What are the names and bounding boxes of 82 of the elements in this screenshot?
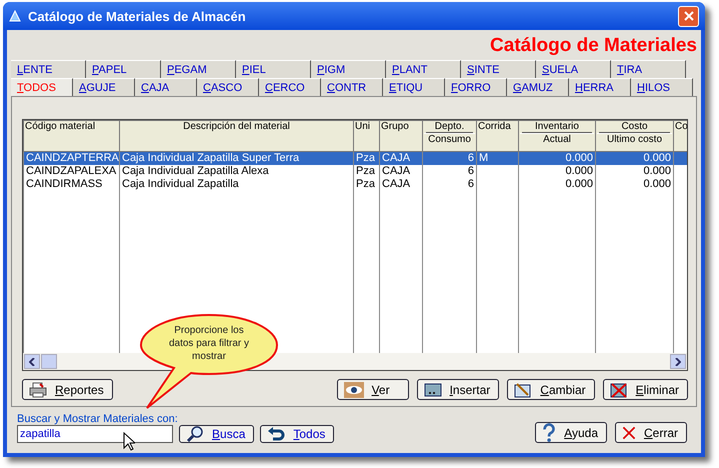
table-cell: 0.000	[643, 165, 671, 177]
table-row[interactable]: CAINDIRMASS Caja Individual Zapatilla Pza CAJA 6 0.000 0.000	[24, 178, 687, 191]
edit-icon	[514, 382, 532, 398]
category-tab[interactable]: CAJA	[135, 78, 197, 96]
scroll-right-button[interactable]	[670, 354, 686, 369]
category-tab[interactable]: HERRA	[569, 78, 631, 96]
close-button[interactable]	[678, 6, 699, 26]
table-cell: 0.000	[643, 178, 671, 190]
catalog-heading: Catálogo de Materiales	[490, 35, 697, 57]
table-row[interactable]: CAINDZAPTERRA Caja Individual Zapatilla Super Terra Pza CAJA 6 M 0.000 0.000	[24, 152, 687, 165]
column-header[interactable]: Inventario Actual	[518, 120, 596, 152]
action-button[interactable]: Ver	[336, 379, 409, 400]
column-header[interactable]: Grupo	[380, 120, 422, 152]
table-cell: Caja Individual Zapatilla	[122, 178, 239, 190]
table-cell: CAINDIRMASS	[26, 178, 102, 190]
search-field[interactable]: zapatilla	[17, 425, 173, 443]
window-title: Catálogo de Materiales de Almacén	[28, 8, 247, 24]
category-tab[interactable]: ETIQU	[383, 78, 445, 96]
action-button[interactable]: Reportes	[22, 379, 113, 400]
table-cell: 6	[468, 165, 474, 177]
scroll-thumb[interactable]	[41, 354, 57, 369]
printer-icon	[29, 382, 47, 398]
column-header[interactable]: Código material	[24, 120, 120, 152]
undo-icon	[267, 426, 286, 442]
balloon-text: Proporcione los datos para filtrar y mostrar	[168, 324, 250, 363]
table-cell: 0.000	[565, 165, 593, 177]
table-cell: 0.000	[565, 152, 593, 164]
column-header[interactable]: Co	[674, 120, 687, 152]
action-button[interactable]: Cambiar	[507, 379, 595, 400]
category-tab[interactable]: PIGM	[311, 60, 386, 78]
category-tab[interactable]: TIRA	[611, 60, 686, 78]
table-cell: CAINDZAPALEXA	[26, 165, 116, 177]
category-tab[interactable]: SUELA	[536, 60, 611, 78]
triangle-icon	[9, 10, 21, 22]
table-cell: CAJA	[382, 165, 410, 177]
category-tab[interactable]: PAPEL	[86, 60, 161, 78]
category-tab[interactable]: LENTE	[11, 60, 86, 78]
search-button[interactable]: Todos	[260, 425, 334, 443]
category-tab[interactable]: SINTE	[461, 60, 536, 78]
action-button[interactable]: Insertar	[416, 379, 500, 400]
column-header[interactable]: Uni	[354, 120, 380, 152]
table-cell: Pza	[356, 178, 375, 190]
column-header[interactable]: Costo Ultimo costo	[596, 120, 674, 152]
table-cell: CAJA	[382, 178, 410, 190]
table-cell: 6	[468, 152, 474, 164]
close-icon	[684, 11, 694, 21]
table-cell: 0.000	[565, 178, 593, 190]
table-cell: Pza	[356, 152, 375, 164]
table-cell: 6	[468, 178, 474, 190]
category-tab[interactable]: GAMUZ	[507, 78, 569, 96]
table-cell: M	[479, 152, 488, 164]
search-label: Buscar y Mostrar Materiales con:	[17, 413, 179, 425]
category-tab[interactable]: PEGAM	[161, 60, 236, 78]
insert-icon	[424, 382, 442, 396]
table-cell: 0.000	[643, 152, 671, 164]
footer-button[interactable]: Ayuda	[535, 422, 607, 443]
action-button[interactable]: Eliminar	[602, 379, 688, 400]
help-icon	[542, 422, 556, 442]
column-header[interactable]: Corrida	[476, 120, 518, 152]
footer-button[interactable]: Cerrar	[615, 422, 687, 443]
mouse-cursor-icon	[123, 432, 135, 451]
table-row[interactable]: CAINDZAPALEXA Caja Individual Zapatilla Alexa Pza CAJA 6 0.000 0.000	[24, 165, 687, 178]
table-cell: CAJA	[382, 152, 410, 164]
table-cell: CAINDZAPTERRA	[26, 152, 119, 164]
search-icon	[186, 426, 204, 442]
category-tab[interactable]: CASCO	[197, 78, 259, 96]
table-cell: Caja Individual Zapatilla Super Terra	[122, 152, 300, 164]
column-header[interactable]: Depto. Consumo	[422, 120, 476, 152]
eye-icon	[344, 382, 364, 398]
delete-icon	[610, 382, 628, 398]
category-tab[interactable]: CERCO	[259, 78, 321, 96]
category-tab[interactable]: HILOS	[631, 78, 693, 96]
category-tab[interactable]: AGUJE	[73, 78, 135, 96]
scroll-left-button[interactable]	[24, 354, 40, 369]
category-tab[interactable]: FORRO	[445, 78, 507, 96]
search-button[interactable]: Busca	[179, 425, 254, 443]
table-cell: Pza	[356, 165, 375, 177]
category-tab[interactable]: CONTR	[321, 78, 383, 96]
category-tab[interactable]: PIEL	[236, 60, 311, 78]
category-tab[interactable]: PLANT	[386, 60, 461, 78]
column-header[interactable]: Descripción del material	[120, 120, 354, 152]
table-cell: Caja Individual Zapatilla Alexa	[122, 165, 269, 177]
